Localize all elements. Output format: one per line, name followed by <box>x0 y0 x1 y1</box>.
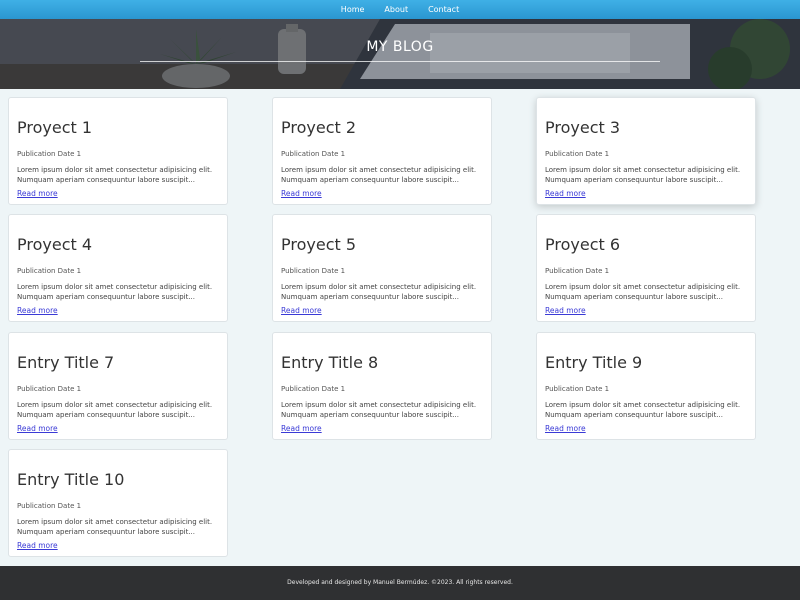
post-card: Proyect 2 Publication Date 1 Lorem ipsum… <box>272 97 492 205</box>
page-title: MY BLOG <box>366 39 434 55</box>
post-date: Publication Date 1 <box>17 150 82 158</box>
post-date: Publication Date 1 <box>545 150 610 158</box>
read-more-link[interactable]: Read more <box>281 424 322 433</box>
post-title: Proyect 6 <box>545 235 621 254</box>
nav-contact-link[interactable]: Contact <box>418 0 469 19</box>
read-more-link[interactable]: Read more <box>281 189 322 198</box>
post-date: Publication Date 1 <box>281 385 346 393</box>
post-excerpt: Lorem ipsum dolor sit amet consectetur a… <box>17 166 213 184</box>
post-card: Proyect 1 Publication Date 1 Lorem ipsum… <box>8 97 228 205</box>
post-title: Proyect 2 <box>281 118 357 137</box>
nav-home-link[interactable]: Home <box>331 0 375 19</box>
post-excerpt: Lorem ipsum dolor sit amet consectetur a… <box>545 283 741 301</box>
read-more-link[interactable]: Read more <box>545 306 586 315</box>
post-title: Entry Title 7 <box>17 353 115 372</box>
footer-credits: Developed and designed by Manuel Bermúde… <box>287 579 513 586</box>
post-title: Entry Title 10 <box>17 470 125 489</box>
post-card: Entry Title 8 Publication Date 1 Lorem i… <box>272 332 492 440</box>
read-more-link[interactable]: Read more <box>17 189 58 198</box>
post-date: Publication Date 1 <box>17 267 82 275</box>
post-date: Publication Date 1 <box>545 267 610 275</box>
top-nav: Home About Contact <box>0 0 800 19</box>
post-excerpt: Lorem ipsum dolor sit amet consectetur a… <box>17 283 213 301</box>
post-title: Proyect 4 <box>17 235 93 254</box>
post-title: Entry Title 9 <box>545 353 643 372</box>
post-card: Proyect 3 Publication Date 1 Lorem ipsum… <box>536 97 756 205</box>
nav-about-link[interactable]: About <box>374 0 418 19</box>
post-title: Entry Title 8 <box>281 353 379 372</box>
post-excerpt: Lorem ipsum dolor sit amet consectetur a… <box>545 166 741 184</box>
post-date: Publication Date 1 <box>17 385 82 393</box>
post-excerpt: Lorem ipsum dolor sit amet consectetur a… <box>545 401 741 419</box>
post-date: Publication Date 1 <box>545 385 610 393</box>
post-excerpt: Lorem ipsum dolor sit amet consectetur a… <box>17 401 213 419</box>
read-more-link[interactable]: Read more <box>545 424 586 433</box>
post-title: Proyect 5 <box>281 235 357 254</box>
read-more-link[interactable]: Read more <box>17 306 58 315</box>
hero-banner: MY BLOG <box>0 19 800 89</box>
post-card: Entry Title 9 Publication Date 1 Lorem i… <box>536 332 756 440</box>
post-date: Publication Date 1 <box>281 267 346 275</box>
read-more-link[interactable]: Read more <box>17 424 58 433</box>
post-date: Publication Date 1 <box>17 502 82 510</box>
post-excerpt: Lorem ipsum dolor sit amet consectetur a… <box>17 518 213 536</box>
read-more-link[interactable]: Read more <box>545 189 586 198</box>
post-card: Proyect 5 Publication Date 1 Lorem ipsum… <box>272 214 492 322</box>
post-card: Proyect 4 Publication Date 1 Lorem ipsum… <box>8 214 228 322</box>
post-excerpt: Lorem ipsum dolor sit amet consectetur a… <box>281 401 477 419</box>
title-divider <box>140 61 660 62</box>
read-more-link[interactable]: Read more <box>281 306 322 315</box>
post-title: Proyect 3 <box>545 118 621 137</box>
post-card: Proyect 6 Publication Date 1 Lorem ipsum… <box>536 214 756 322</box>
post-title: Proyect 1 <box>17 118 93 137</box>
page-footer: Developed and designed by Manuel Bermúde… <box>0 566 800 600</box>
post-card: Entry Title 7 Publication Date 1 Lorem i… <box>8 332 228 440</box>
read-more-link[interactable]: Read more <box>17 541 58 550</box>
post-excerpt: Lorem ipsum dolor sit amet consectetur a… <box>281 283 477 301</box>
post-date: Publication Date 1 <box>281 150 346 158</box>
post-excerpt: Lorem ipsum dolor sit amet consectetur a… <box>281 166 477 184</box>
post-card: Entry Title 10 Publication Date 1 Lorem … <box>8 449 228 557</box>
